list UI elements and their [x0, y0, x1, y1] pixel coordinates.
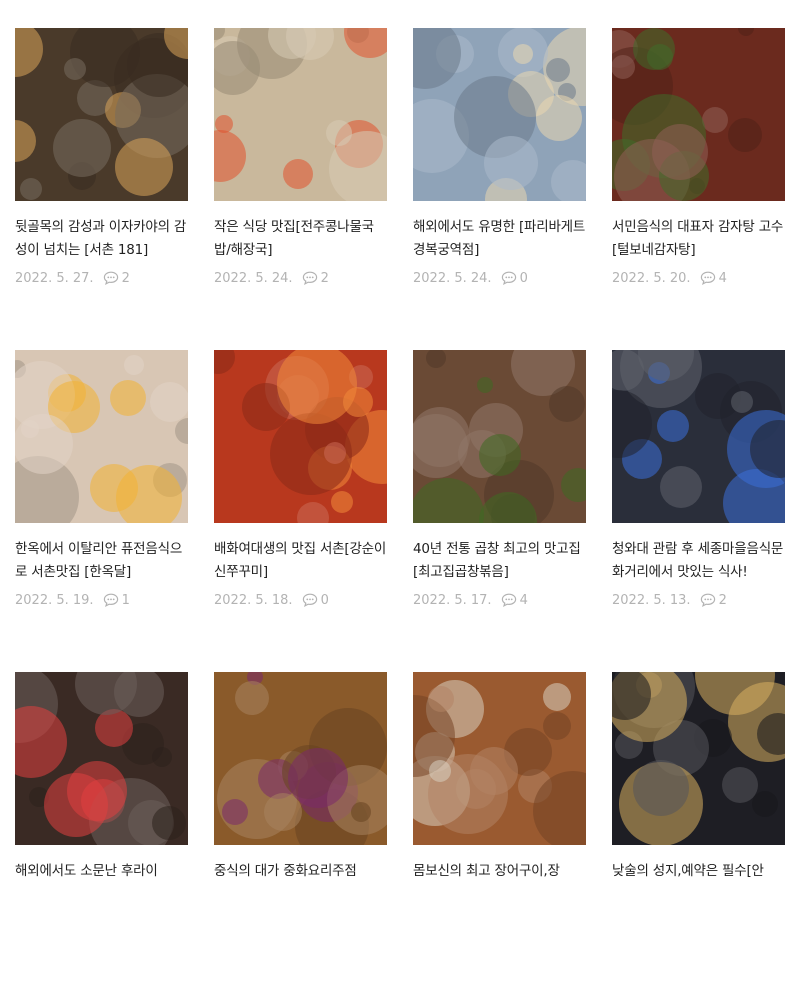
comment-bubble-icon	[302, 271, 318, 285]
post-thumbnail[interactable]	[15, 28, 188, 201]
post-meta: 2022. 5. 19. 1	[15, 590, 188, 610]
post-title[interactable]: 중식의 대가 중화요리주점	[214, 860, 387, 883]
post-thumbnail[interactable]	[612, 350, 785, 523]
post-title[interactable]: 낮술의 성지,예약은 필수[안	[612, 860, 785, 883]
post-title[interactable]: 청와대 관람 후 세종마을음식문화거리에서 맛있는 식사!	[612, 538, 785, 584]
post-title[interactable]: 배화여대생의 맛집 서촌[강순이신쭈꾸미]	[214, 538, 387, 584]
post-thumbnail[interactable]	[413, 350, 586, 523]
post-thumbnail[interactable]	[214, 28, 387, 201]
comment-count: 2	[121, 270, 130, 286]
post-meta: 2022. 5. 20. 4	[612, 268, 785, 288]
comment-bubble-icon	[700, 593, 716, 607]
post-card[interactable]: 몸보신의 최고 장어구이,장	[413, 672, 586, 994]
comment-bubble-icon	[302, 593, 318, 607]
post-meta: 2022. 5. 24. 0	[413, 268, 586, 288]
post-title[interactable]: 해외에서도 소문난 후라이	[15, 860, 188, 883]
comment-bubble-icon	[103, 271, 119, 285]
post-title[interactable]: 한옥에서 이탈리안 퓨전음식으로 서촌맛집 [한옥달]	[15, 538, 188, 584]
post-card[interactable]: 뒷골목의 감성과 이자카야의 감성이 넘치는 [서촌 181] 2022. 5. …	[15, 28, 188, 350]
post-card[interactable]: 한옥에서 이탈리안 퓨전음식으로 서촌맛집 [한옥달] 2022. 5. 19. …	[15, 350, 188, 672]
comment-count: 0	[320, 592, 329, 608]
comment-count: 2	[320, 270, 329, 286]
comment-bubble-icon	[501, 593, 517, 607]
post-thumbnail[interactable]	[413, 28, 586, 201]
post-title[interactable]: 40년 전통 곱창 최고의 맛고집 [최고집곱창볶음]	[413, 538, 586, 584]
comment-count: 0	[519, 270, 528, 286]
post-date: 2022. 5. 24.	[214, 270, 293, 286]
post-card[interactable]: 작은 식당 맛집[전주콩나물국밥/해장국] 2022. 5. 24. 2	[214, 28, 387, 350]
post-meta: 2022. 5. 17. 4	[413, 590, 586, 610]
post-thumbnail[interactable]	[612, 28, 785, 201]
post-date: 2022. 5. 13.	[612, 592, 691, 608]
post-card[interactable]: 청와대 관람 후 세종마을음식문화거리에서 맛있는 식사! 2022. 5. 13…	[612, 350, 785, 672]
post-card[interactable]: 배화여대생의 맛집 서촌[강순이신쭈꾸미] 2022. 5. 18. 0	[214, 350, 387, 672]
post-title[interactable]: 몸보신의 최고 장어구이,장	[413, 860, 586, 883]
post-title[interactable]: 해외에서도 유명한 [파리바게트 경복궁역점]	[413, 216, 586, 262]
post-meta: 2022. 5. 24. 2	[214, 268, 387, 288]
post-grid: 뒷골목의 감성과 이자카야의 감성이 넘치는 [서촌 181] 2022. 5. …	[15, 28, 787, 994]
post-thumbnail[interactable]	[214, 672, 387, 845]
post-title[interactable]: 작은 식당 맛집[전주콩나물국밥/해장국]	[214, 216, 387, 262]
post-thumbnail[interactable]	[15, 672, 188, 845]
comment-bubble-icon	[700, 271, 716, 285]
post-card[interactable]: 낮술의 성지,예약은 필수[안	[612, 672, 785, 994]
post-card[interactable]: 해외에서도 소문난 후라이	[15, 672, 188, 994]
post-date: 2022. 5. 24.	[413, 270, 492, 286]
comment-count: 4	[519, 592, 528, 608]
post-date: 2022. 5. 27.	[15, 270, 94, 286]
post-thumbnail[interactable]	[15, 350, 188, 523]
post-date: 2022. 5. 20.	[612, 270, 691, 286]
post-card[interactable]: 해외에서도 유명한 [파리바게트 경복궁역점] 2022. 5. 24. 0	[413, 28, 586, 350]
post-thumbnail[interactable]	[214, 350, 387, 523]
post-thumbnail[interactable]	[612, 672, 785, 845]
post-meta: 2022. 5. 18. 0	[214, 590, 387, 610]
comment-count: 1	[121, 592, 130, 608]
comment-count: 4	[718, 270, 727, 286]
post-date: 2022. 5. 19.	[15, 592, 94, 608]
post-meta: 2022. 5. 13. 2	[612, 590, 785, 610]
post-thumbnail[interactable]	[413, 672, 586, 845]
post-card[interactable]: 서민음식의 대표자 감자탕 고수 [털보네감자탕] 2022. 5. 20. 4	[612, 28, 785, 350]
comment-count: 2	[718, 592, 727, 608]
post-date: 2022. 5. 18.	[214, 592, 293, 608]
post-date: 2022. 5. 17.	[413, 592, 492, 608]
comment-bubble-icon	[103, 593, 119, 607]
post-title[interactable]: 뒷골목의 감성과 이자카야의 감성이 넘치는 [서촌 181]	[15, 216, 188, 262]
post-card[interactable]: 중식의 대가 중화요리주점	[214, 672, 387, 994]
post-title[interactable]: 서민음식의 대표자 감자탕 고수 [털보네감자탕]	[612, 216, 785, 262]
post-card[interactable]: 40년 전통 곱창 최고의 맛고집 [최고집곱창볶음] 2022. 5. 17. …	[413, 350, 586, 672]
comment-bubble-icon	[501, 271, 517, 285]
post-meta: 2022. 5. 27. 2	[15, 268, 188, 288]
